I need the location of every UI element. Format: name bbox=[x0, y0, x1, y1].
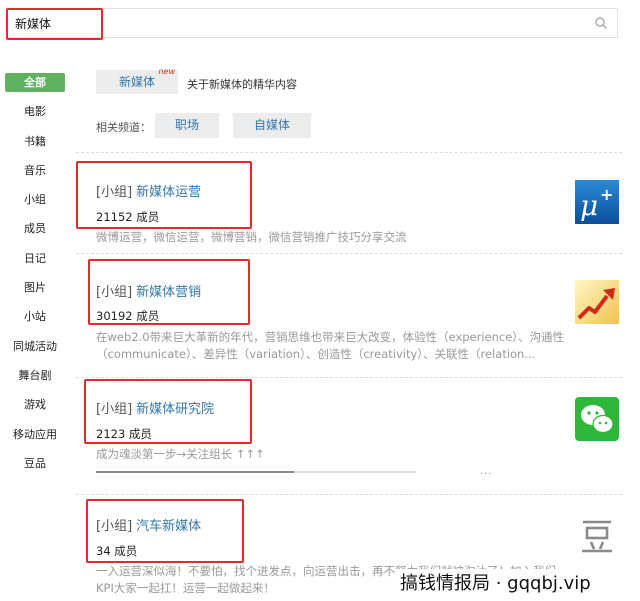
divider bbox=[76, 152, 622, 153]
group-name-link[interactable]: 汽车新媒体 bbox=[136, 519, 201, 534]
divider bbox=[76, 494, 622, 495]
group-title: [小组] 新媒体研究院 bbox=[96, 398, 214, 417]
sidebar-item-apps[interactable]: 移动应用 bbox=[0, 420, 70, 449]
slider-fill bbox=[96, 471, 295, 473]
sidebar-item-diary[interactable]: 日记 bbox=[0, 244, 70, 273]
group-prefix: [小组] bbox=[96, 185, 133, 200]
sidebar-item-all[interactable]: 全部 bbox=[0, 68, 70, 97]
sidebar-item-music[interactable]: 音乐 bbox=[0, 156, 70, 185]
slider-track[interactable] bbox=[96, 471, 416, 473]
sidebar-item-groups[interactable]: 小组 bbox=[0, 185, 70, 214]
sidebar-item-games[interactable]: 游戏 bbox=[0, 390, 70, 419]
group-title: [小组] 汽车新媒体 bbox=[96, 515, 201, 534]
sidebar-item-drama[interactable]: 舞台剧 bbox=[0, 361, 70, 390]
group-description: 在web2.0带来巨大革新的年代，营销思维也带来巨大改变，体验性（experie… bbox=[96, 330, 565, 361]
svg-text:μ: μ bbox=[580, 189, 598, 222]
group-description: 微博运营，微信运营，微博营销，微信营销推广技巧分享交流 bbox=[96, 230, 407, 244]
divider bbox=[76, 377, 622, 378]
group-member-count: 21152 成员 bbox=[96, 210, 160, 224]
related-channels-label: 相关频道： bbox=[96, 121, 151, 134]
group-prefix: [小组] bbox=[96, 519, 133, 534]
group-member-count: 30192 成员 bbox=[96, 309, 160, 323]
sidebar-item-members[interactable]: 成员 bbox=[0, 214, 70, 243]
sidebar-item-products[interactable]: 豆品 bbox=[0, 449, 70, 478]
topic-description: 关于新媒体的精华内容 bbox=[187, 78, 297, 91]
topic-tag[interactable]: 新媒体 new bbox=[96, 67, 178, 94]
group-title: [小组] 新媒体营销 bbox=[96, 281, 201, 300]
sidebar-item-sites[interactable]: 小站 bbox=[0, 302, 70, 331]
search-input[interactable] bbox=[15, 9, 575, 37]
more-dots[interactable]: ... bbox=[480, 466, 493, 477]
wechat-icon[interactable] bbox=[575, 397, 619, 441]
search-icon[interactable] bbox=[595, 17, 607, 29]
group-description: 成为魂淡第一步→关注组长 ↑↑↑ bbox=[96, 447, 265, 461]
group-name-link[interactable]: 新媒体营销 bbox=[136, 285, 201, 300]
group-title: [小组] 新媒体运营 bbox=[96, 181, 201, 200]
group-member-count: 34 成员 bbox=[96, 544, 138, 558]
group-member-count: 2123 成员 bbox=[96, 427, 152, 441]
sidebar-item-photos[interactable]: 图片 bbox=[0, 273, 70, 302]
related-chip-career[interactable]: 职场 bbox=[155, 113, 219, 138]
topic-tag-label: 新媒体 bbox=[118, 75, 155, 89]
group-name-link[interactable]: 新媒体研究院 bbox=[136, 402, 214, 417]
group-name-link[interactable]: 新媒体运营 bbox=[136, 185, 201, 200]
category-sidebar: 全部 电影 书籍 音乐 小组 成员 日记 图片 小站 同城活动 舞台剧 游戏 移… bbox=[0, 68, 70, 478]
sidebar-item-books[interactable]: 书籍 bbox=[0, 127, 70, 156]
group-prefix: [小组] bbox=[96, 285, 133, 300]
svg-text:+: + bbox=[600, 185, 613, 204]
divider bbox=[76, 253, 622, 254]
search-bar bbox=[6, 8, 618, 38]
mu-plus-icon[interactable]: μ + bbox=[575, 180, 619, 224]
growth-arrow-icon[interactable] bbox=[575, 280, 619, 324]
douban-icon[interactable] bbox=[575, 513, 619, 557]
new-badge: new bbox=[158, 67, 175, 76]
group-prefix: [小组] bbox=[96, 402, 133, 417]
related-chip-self-media[interactable]: 自媒体 bbox=[233, 113, 311, 138]
watermark: 搞钱情报局 · gqqbj.vip bbox=[396, 569, 640, 601]
sidebar-item-movies[interactable]: 电影 bbox=[0, 97, 70, 126]
sidebar-item-events[interactable]: 同城活动 bbox=[0, 332, 70, 361]
